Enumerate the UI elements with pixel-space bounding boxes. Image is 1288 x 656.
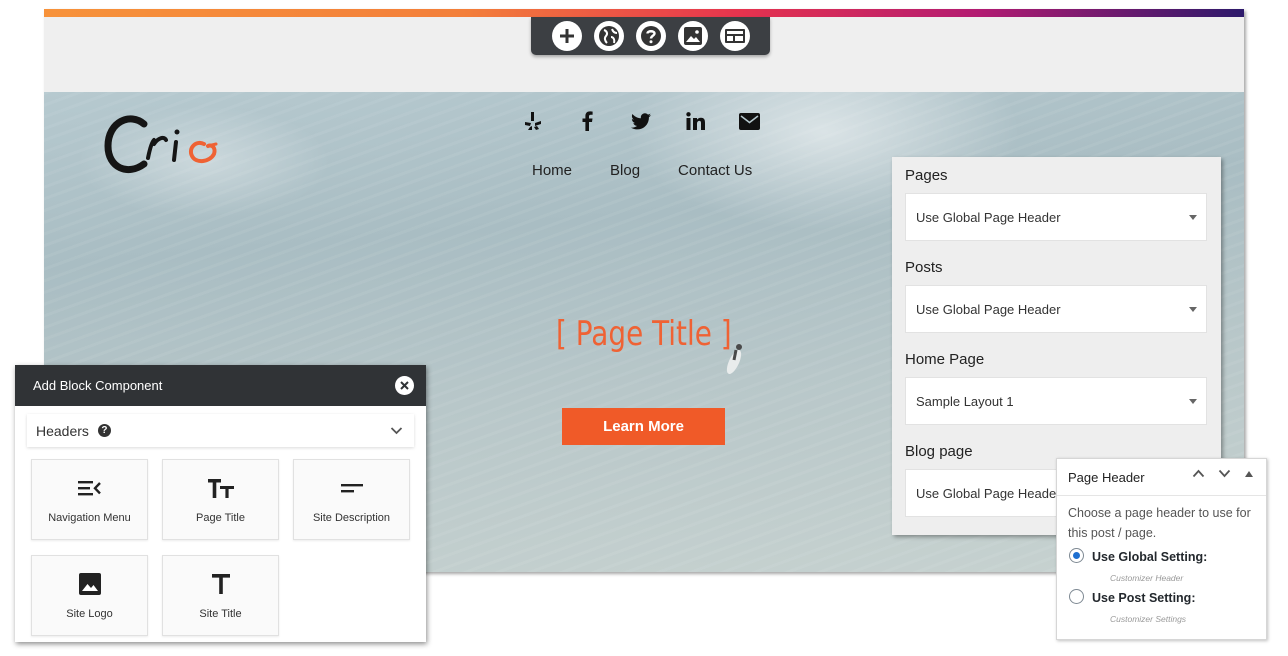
close-icon[interactable] [395,376,414,395]
radio-use-global-setting[interactable] [1069,548,1084,563]
pages-select[interactable]: Use Global Page Header [905,193,1207,241]
panel-header: Add Block Component [15,365,426,406]
nav-item-contact-us[interactable]: Contact Us [678,162,752,179]
chevron-down-icon [390,427,403,435]
add-block-component-panel: Add Block Component Headers ? Navigation… [15,365,426,642]
chevron-down-icon[interactable] [1218,469,1231,478]
page-title: [ Page Title ] [556,314,732,354]
text-size-icon [207,476,234,500]
chevron-up-icon[interactable] [1192,469,1205,478]
editor-toolbar [531,17,770,55]
facebook-icon[interactable] [576,110,598,132]
blog-page-label: Blog page [905,443,973,460]
site-logo[interactable] [100,102,230,182]
metabox-title: Page Header [1068,470,1145,485]
posts-select[interactable]: Use Global Page Header [905,285,1207,333]
block-label: Navigation Menu [48,512,131,524]
category-dropdown[interactable]: Headers ? [27,414,414,447]
social-links [522,110,760,132]
posts-select-value: Use Global Page Header [916,301,1061,317]
block-page-title[interactable]: Page Title [162,459,279,540]
block-site-description[interactable]: Site Description [293,459,410,540]
metabox-controls [1192,469,1254,478]
layout-icon[interactable] [719,21,750,51]
home-page-label: Home Page [905,351,985,368]
block-navigation-menu[interactable]: Navigation Menu [31,459,148,540]
dropdown-arrow-icon [1189,307,1197,312]
help-icon[interactable] [635,21,666,51]
block-site-logo[interactable]: Site Logo [31,555,148,636]
twitter-icon[interactable] [630,110,652,132]
brand-gradient-bar [44,9,1244,17]
learn-more-button[interactable]: Learn More [562,408,725,445]
posts-label: Posts [905,259,943,276]
option-post-label: Use Post Setting: [1092,591,1196,605]
nav-item-home[interactable]: Home [532,162,572,179]
block-label: Site Description [312,512,391,524]
radio-use-post-setting[interactable] [1069,589,1084,604]
image-icon [78,572,101,596]
navigation-menu-icon [77,476,102,500]
primary-navigation: Home Blog Contact Us [532,162,752,179]
home-page-select-value: Sample Layout 1 [916,393,1014,409]
add-icon[interactable] [551,21,582,51]
title-icon [211,572,230,596]
short-text-icon [340,476,363,500]
block-label: Site Title [199,608,242,620]
option-global-label: Use Global Setting: [1092,550,1208,564]
metabox-description: Choose a page header to use for this pos… [1068,506,1251,540]
dropdown-arrow-icon [1189,215,1197,220]
home-page-select[interactable]: Sample Layout 1 [905,377,1207,425]
nav-item-blog[interactable]: Blog [610,162,640,179]
panel-title: Add Block Component [33,378,163,393]
category-label: Headers [36,422,89,439]
dropdown-arrow-icon [1189,399,1197,404]
block-label: Site Logo [66,608,113,620]
linkedin-icon[interactable] [684,110,706,132]
email-icon[interactable] [738,110,760,132]
page-header-metabox: Page Header Choose a page header to use … [1056,458,1267,640]
option-global-sublabel: Customizer Header [1110,573,1184,583]
block-label: Page Title [196,512,245,524]
pages-label: Pages [905,167,948,184]
option-post-sublabel: Customizer Settings [1110,614,1187,624]
collapse-toggle-icon[interactable] [1244,470,1254,478]
block-site-title[interactable]: Site Title [162,555,279,636]
blog-page-select-value: Use Global Page Header [916,485,1061,501]
yelp-icon[interactable] [522,110,544,132]
pages-select-value: Use Global Page Header [916,209,1061,225]
divider [1057,495,1266,496]
image-icon[interactable] [677,21,708,51]
globe-icon[interactable] [593,21,624,51]
help-icon[interactable]: ? [97,424,111,437]
